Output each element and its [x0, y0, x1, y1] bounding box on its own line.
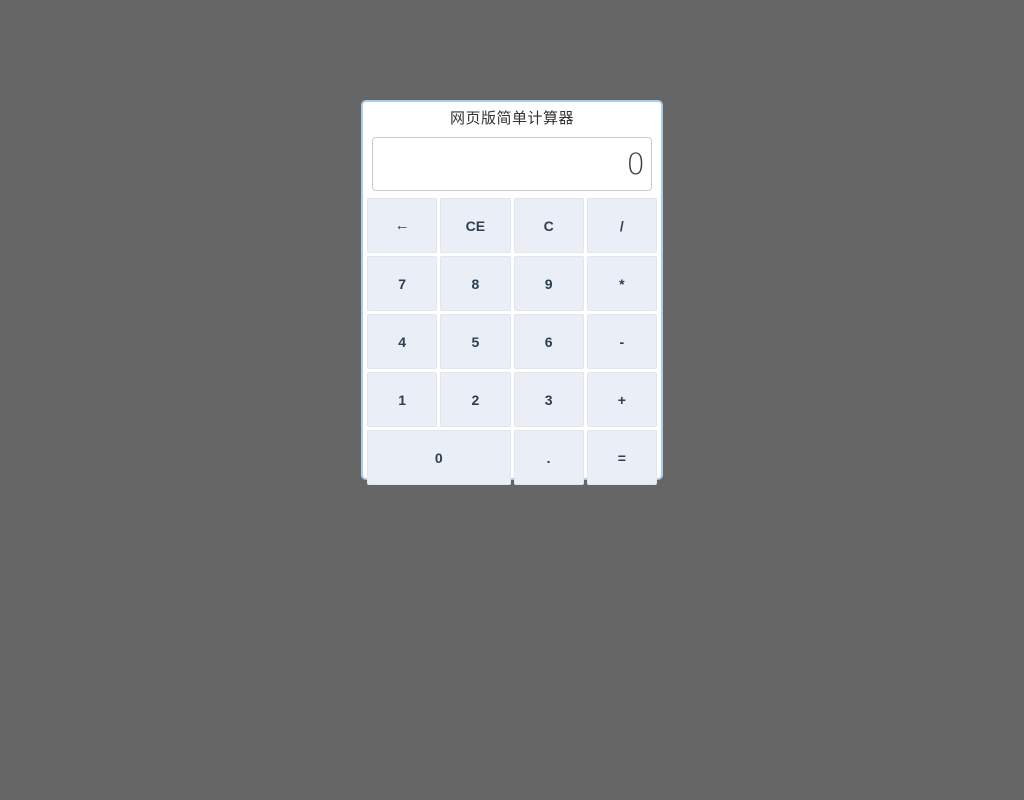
clear-entry-key[interactable]: CE [440, 198, 511, 253]
decimal-point-key[interactable]: . [513, 430, 584, 485]
digit-5-key[interactable]: 5 [440, 314, 511, 369]
equals-key[interactable]: = [586, 430, 657, 485]
digit-4-key[interactable]: 4 [367, 314, 438, 369]
digit-9-key[interactable]: 9 [513, 256, 584, 311]
digit-6-key[interactable]: 6 [513, 314, 584, 369]
digit-2-key[interactable]: 2 [440, 372, 511, 427]
add-key[interactable]: + [586, 372, 657, 427]
subtract-key[interactable]: - [586, 314, 657, 369]
clear-key[interactable]: C [513, 198, 584, 253]
digit-3-key[interactable]: 3 [513, 372, 584, 427]
calculator-keypad: ← CE C/ 7 8 9 * 4 5 6- 1 2 3 +0. = [363, 191, 661, 489]
calculator-panel: 网页版简单计算器 ←CEC/ 789* 456- 123+0.= [361, 100, 663, 485]
digit-1-key[interactable]: 1 [367, 372, 438, 427]
backspace-key[interactable]: ← [367, 198, 438, 253]
divide-key[interactable]: / [586, 198, 657, 253]
digit-0-key[interactable]: 0 [367, 430, 511, 485]
multiply-key[interactable]: * [586, 256, 657, 311]
calculator-display[interactable] [372, 137, 652, 191]
page-title: 网页版简单计算器 [449, 109, 574, 127]
digit-8-key[interactable]: 8 [440, 256, 511, 311]
display-container [363, 126, 661, 191]
digit-7-key[interactable]: 7 [367, 256, 438, 311]
